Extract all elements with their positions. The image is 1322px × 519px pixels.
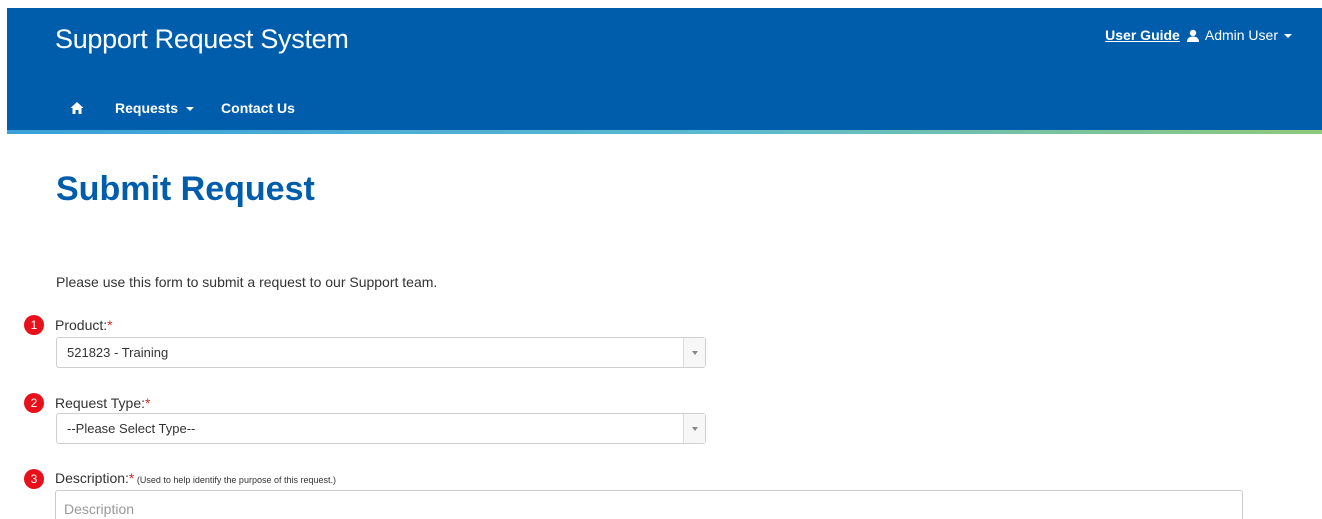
user-menu-toggle[interactable]: Admin User — [1205, 27, 1292, 43]
app-brand[interactable]: Support Request System — [55, 24, 349, 55]
product-select-value: 521823 - Training — [67, 345, 169, 360]
user-guide-link[interactable]: User Guide — [1105, 27, 1180, 43]
chevron-down-icon — [1284, 34, 1292, 38]
nav-contact-us[interactable]: Contact Us — [221, 100, 295, 116]
step-badge-1: 1 — [24, 315, 44, 335]
description-label-text: Description: — [55, 470, 129, 486]
navbar-accent-strip — [7, 130, 1322, 134]
select-arrow-icon — [683, 414, 705, 443]
description-placeholder: Description — [64, 501, 135, 517]
required-marker: * — [107, 317, 113, 333]
intro-text: Please use this form to submit a request… — [56, 274, 438, 290]
product-label: Product:* — [55, 317, 113, 333]
request-type-label-text: Request Type: — [55, 395, 146, 411]
nav-requests-dropdown[interactable]: Requests — [115, 100, 195, 116]
select-arrow-icon — [683, 338, 705, 367]
nav-requests-label: Requests — [115, 100, 179, 116]
chevron-down-icon — [186, 107, 195, 111]
description-label: Description:* (Used to help identify the… — [55, 470, 336, 486]
product-label-text: Product: — [55, 317, 108, 333]
request-type-label: Request Type:* — [55, 395, 150, 411]
page-title: Submit Request — [56, 170, 315, 208]
required-marker: * — [145, 395, 151, 411]
home-icon[interactable] — [70, 101, 84, 115]
request-type-select-value: --Please Select Type-- — [67, 421, 196, 436]
user-icon — [1186, 29, 1200, 43]
request-type-select[interactable]: --Please Select Type-- — [56, 413, 706, 444]
user-area: User Guide Admin User — [1105, 27, 1292, 43]
product-select[interactable]: 521823 - Training — [56, 337, 706, 368]
description-hint: (Used to help identify the purpose of th… — [134, 475, 336, 485]
step-badge-3: 3 — [24, 469, 44, 489]
main-nav: Requests Contact Us — [70, 100, 295, 116]
description-textarea[interactable]: Description — [55, 490, 1243, 519]
step-badge-2: 2 — [24, 393, 44, 413]
user-name: Admin User — [1204, 27, 1278, 43]
